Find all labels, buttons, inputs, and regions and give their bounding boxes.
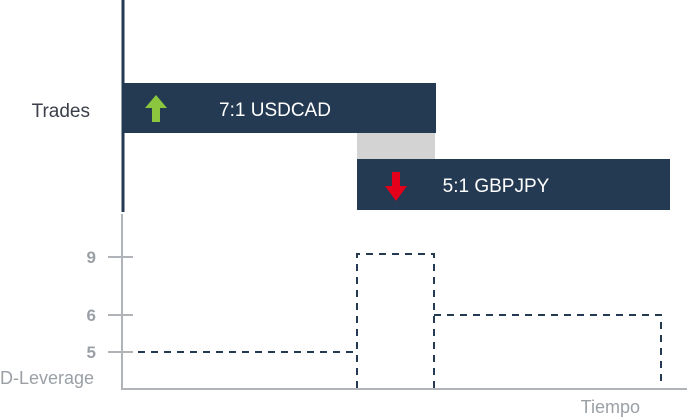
- y-axis-label: D-Leverage: [0, 368, 94, 388]
- trade-bar-gbpjpy: 5:1 GBPJPY: [357, 159, 670, 210]
- overlap-block: [357, 133, 435, 159]
- leverage-timeline-diagram: Trades 7:1 USDCAD 5:1 GBPJPY 9 6 5 D-Lev…: [0, 0, 687, 417]
- trade-bar-usdcad: 7:1 USDCAD: [123, 83, 436, 133]
- tick-label-9: 9: [87, 248, 96, 267]
- leverage-step-line: [138, 253, 662, 388]
- trades-label: Trades: [32, 101, 90, 122]
- trade-label-gbpjpy: 5:1 GBPJPY: [443, 176, 550, 197]
- tick-label-6: 6: [87, 306, 96, 325]
- tick-label-5: 5: [87, 343, 96, 362]
- trade-label-usdcad: 7:1 USDCAD: [219, 100, 331, 121]
- x-axis-label: Tiempo: [581, 397, 640, 417]
